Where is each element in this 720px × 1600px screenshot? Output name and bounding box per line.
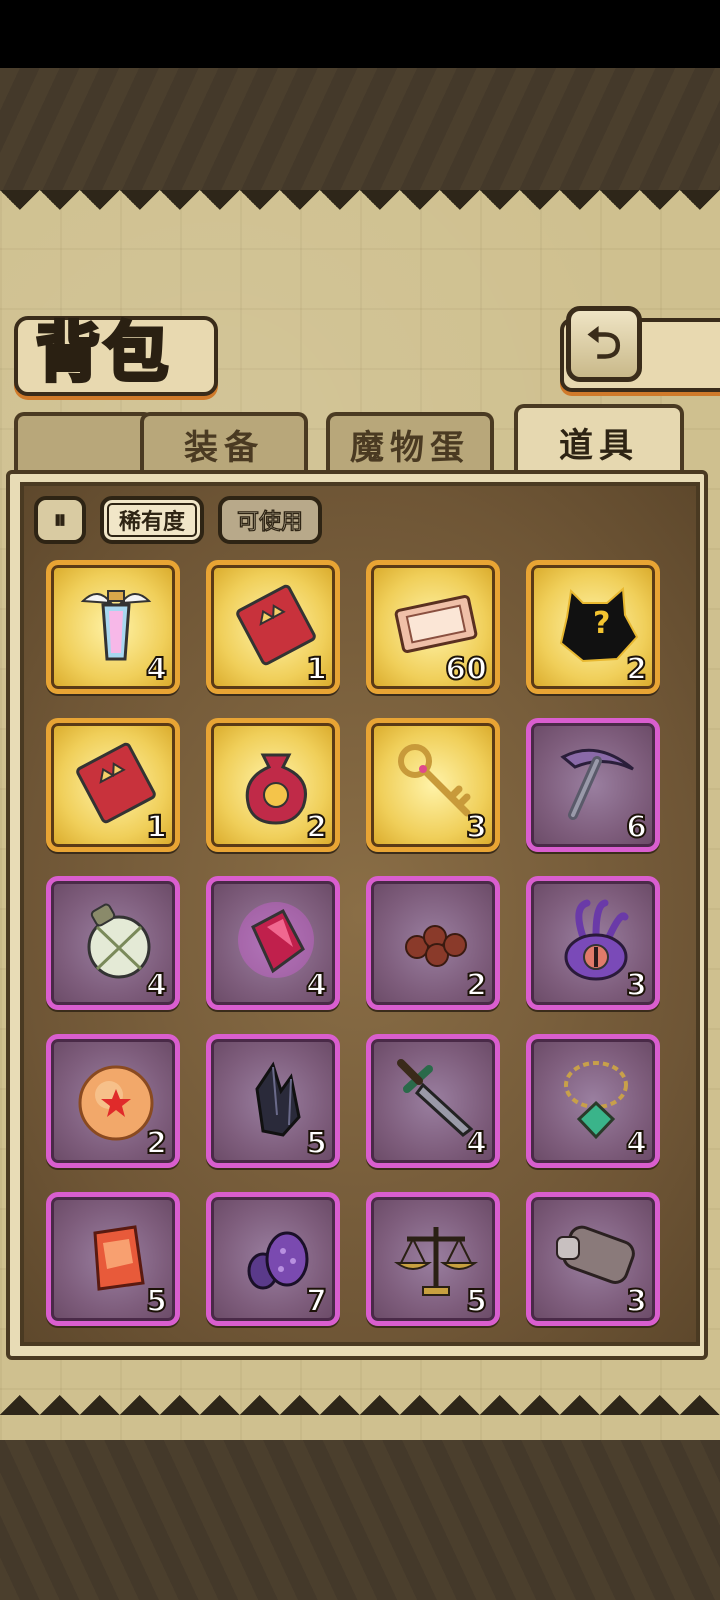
item-slot[interactable]: 1 — [46, 718, 180, 852]
tab-items[interactable]: 道具 — [514, 404, 684, 476]
item-slot[interactable]: 4 — [206, 876, 340, 1010]
item-slot[interactable]: 3 — [526, 876, 660, 1010]
item-count: 3 — [625, 1283, 648, 1320]
item-count: 5 — [145, 1283, 168, 1320]
background-bottom — [0, 1440, 720, 1600]
item-slot[interactable]: 2 — [46, 1034, 180, 1168]
item-slot[interactable]: 4 — [526, 1034, 660, 1168]
item-slot[interactable]: 2 — [366, 876, 500, 1010]
item-slot[interactable]: 5 — [206, 1034, 340, 1168]
item-count: 4 — [625, 1125, 648, 1162]
item-slot[interactable]: 7 — [206, 1192, 340, 1326]
item-count: 4 — [465, 1125, 488, 1162]
item-slot[interactable]: 5 — [46, 1192, 180, 1326]
item-slot[interactable]: 4 — [366, 1034, 500, 1168]
item-slot[interactable]: 2 — [526, 560, 660, 694]
tab-spacer — [14, 412, 154, 472]
item-count: 3 — [625, 967, 648, 1004]
tab-equipment[interactable]: 装备 — [140, 412, 308, 472]
sort-toggle-button[interactable]: ⏸ — [34, 496, 86, 544]
item-count: 2 — [305, 809, 328, 846]
filter-rarity-button[interactable]: 稀有度 — [100, 496, 204, 544]
item-count: 2 — [625, 651, 648, 688]
item-slot[interactable]: 3 — [526, 1192, 660, 1326]
item-slot[interactable]: 4 — [46, 560, 180, 694]
return-arrow-icon: ⮌ — [586, 318, 622, 369]
item-count: 2 — [465, 967, 488, 1004]
item-count: 2 — [145, 1125, 168, 1162]
item-count: 4 — [305, 967, 328, 1004]
tab-monster-egg[interactable]: 魔物蛋 — [326, 412, 494, 472]
item-count: 4 — [145, 967, 168, 1004]
item-slot[interactable]: 2 — [206, 718, 340, 852]
item-count: 6 — [625, 809, 648, 846]
item-slot[interactable]: 3 — [366, 718, 500, 852]
status-bar — [0, 0, 720, 68]
background-top — [0, 68, 720, 198]
item-count: 5 — [465, 1283, 488, 1320]
sort-order-icon: ⏸ — [53, 504, 67, 535]
item-count: 1 — [305, 651, 328, 688]
filter-usable-button[interactable]: 可使用 — [218, 496, 322, 544]
item-count: 3 — [465, 809, 488, 846]
zigzag-edge-bottom — [0, 1395, 720, 1435]
item-count: 4 — [145, 651, 168, 688]
item-slot[interactable]: 1 — [206, 560, 340, 694]
item-count: 60 — [444, 651, 488, 688]
item-count: 5 — [305, 1125, 328, 1162]
item-slot[interactable]: 4 — [46, 876, 180, 1010]
page-title: 背包 — [34, 314, 172, 393]
item-slot[interactable]: 5 — [366, 1192, 500, 1326]
item-slot[interactable]: 60 — [366, 560, 500, 694]
item-grid[interactable]: 4 1 60 2 1 2 3 6 4 4 2 3 2 5 4 4 5 7 5 3 — [30, 560, 690, 1330]
zigzag-edge-top — [0, 190, 720, 230]
item-slot[interactable]: 6 — [526, 718, 660, 852]
back-button[interactable]: ⮌ — [566, 306, 642, 382]
item-count: 7 — [305, 1283, 328, 1320]
item-count: 1 — [145, 809, 168, 846]
